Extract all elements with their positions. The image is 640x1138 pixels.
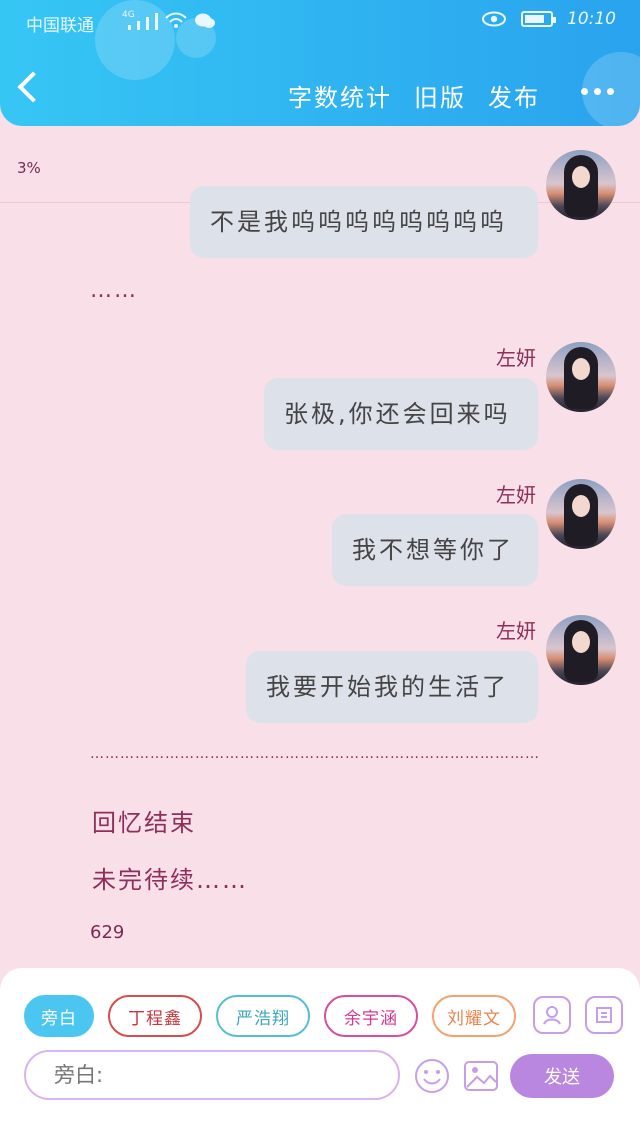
battery-fill bbox=[525, 15, 545, 23]
narration-divider: ……………………………………………………………………………… bbox=[90, 746, 540, 762]
chat-message[interactable]: 不是我呜呜呜呜呜呜呜呜 bbox=[190, 186, 538, 258]
speaker-name: 左妍 bbox=[496, 483, 536, 507]
wechat-icon bbox=[195, 13, 215, 28]
signal-bar-icon bbox=[146, 17, 149, 30]
wifi-icon bbox=[165, 12, 187, 28]
signal-icons bbox=[128, 12, 216, 30]
more-dot-icon bbox=[594, 88, 601, 95]
chip-character[interactable]: 丁程鑫 bbox=[108, 995, 202, 1037]
signal-bar-icon bbox=[128, 25, 131, 30]
speaker-name: 左妍 bbox=[496, 619, 536, 643]
chip-character[interactable]: 余宇涵 bbox=[324, 995, 418, 1037]
avatar-face bbox=[572, 166, 590, 188]
word-count-button[interactable]: 字数统计 bbox=[288, 78, 392, 113]
avatar-face bbox=[572, 358, 590, 380]
chat-message[interactable]: 张极,你还会回来吗 bbox=[264, 378, 538, 450]
status-bar: 中国联通 4G 10:10 bbox=[0, 0, 640, 46]
speaker-name: 左妍 bbox=[496, 346, 536, 370]
chip-character[interactable]: 严浩翔 bbox=[216, 995, 310, 1037]
narration-ellipsis: …… bbox=[90, 278, 138, 303]
chat-message[interactable]: 我不想等你了 bbox=[332, 514, 538, 586]
eye-icon bbox=[482, 11, 506, 27]
avatar[interactable] bbox=[546, 150, 616, 220]
signal-bar-icon bbox=[137, 21, 140, 30]
avatar[interactable] bbox=[546, 479, 616, 549]
status-right-group: 10:10 bbox=[481, 9, 616, 29]
message-input[interactable] bbox=[24, 1050, 400, 1100]
more-dot-icon bbox=[607, 88, 614, 95]
more-dot-icon bbox=[581, 88, 588, 95]
progress-label: 3% bbox=[17, 159, 41, 177]
signal-bar-icon bbox=[155, 13, 158, 30]
avatar[interactable] bbox=[546, 615, 616, 685]
header-actions: 字数统计 旧版 发布 bbox=[288, 78, 540, 113]
word-count: 629 bbox=[90, 922, 125, 943]
avatar-face bbox=[572, 631, 590, 653]
chat-message[interactable]: 我要开始我的生活了 bbox=[246, 651, 538, 723]
narration-text[interactable]: 回忆结束 bbox=[92, 803, 196, 838]
clock-time: 10:10 bbox=[567, 9, 616, 29]
image-icon[interactable] bbox=[462, 1058, 500, 1094]
avatar-face bbox=[572, 495, 590, 517]
top-bar: 中国联通 4G 10:10 字数统计 旧版 发布 bbox=[0, 0, 640, 126]
more-horizontal-icon[interactable] bbox=[581, 88, 614, 95]
emoji-icon[interactable] bbox=[414, 1058, 450, 1094]
send-button[interactable]: 发送 bbox=[510, 1054, 614, 1098]
back-button[interactable] bbox=[17, 71, 49, 103]
label-icon[interactable] bbox=[585, 996, 623, 1034]
publish-button[interactable]: 发布 bbox=[488, 78, 540, 113]
chip-narration[interactable]: 旁白 bbox=[24, 995, 94, 1037]
carrier-label: 中国联通 bbox=[26, 16, 94, 36]
battery-icon bbox=[521, 11, 556, 27]
chip-character[interactable]: 刘耀文 bbox=[432, 995, 516, 1037]
user-card-icon[interactable] bbox=[533, 996, 571, 1034]
avatar[interactable] bbox=[546, 342, 616, 412]
old-version-button[interactable]: 旧版 bbox=[414, 78, 466, 113]
narration-text[interactable]: 未完待续…… bbox=[92, 860, 248, 895]
